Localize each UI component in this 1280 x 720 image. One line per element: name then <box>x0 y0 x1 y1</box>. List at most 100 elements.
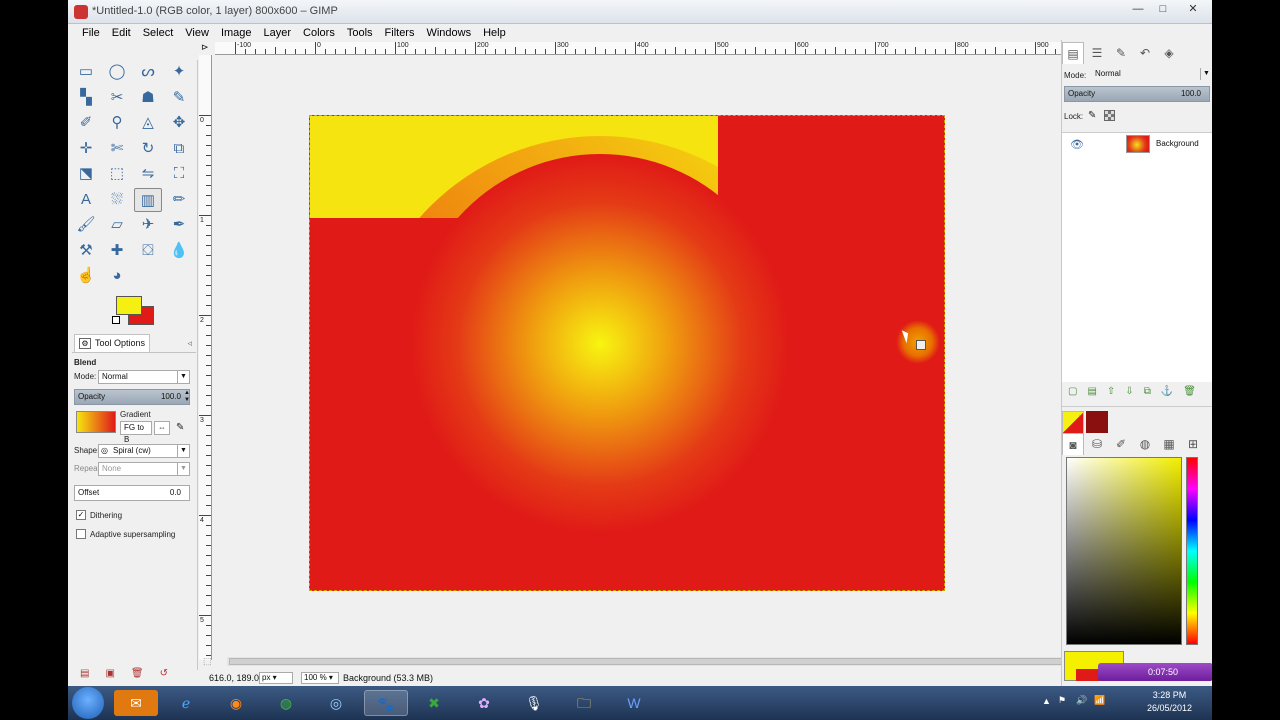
menu-select[interactable]: Select <box>137 25 180 41</box>
new-layer-group-icon[interactable]: ▤ <box>1087 386 1096 397</box>
menu-colors[interactable]: Colors <box>297 25 341 41</box>
eraser-icon[interactable]: ▱ <box>103 213 131 237</box>
wheel-selector-icon[interactable]: ◍ <box>1134 433 1156 455</box>
tray-expand-icon[interactable]: ▲ <box>1042 696 1051 706</box>
rotate-icon[interactable]: ↻ <box>134 137 162 161</box>
restore-options-icon[interactable]: ▣ <box>105 668 114 679</box>
layer-opacity-slider[interactable]: Opacity 100.0 <box>1064 86 1210 102</box>
pencil-icon[interactable]: ✏ <box>165 188 193 212</box>
menu-edit[interactable]: Edit <box>106 25 137 41</box>
anchor-layer-icon[interactable]: ⚓ <box>1161 386 1173 397</box>
clock[interactable]: 3:28 PM 26/05/2012 <box>1147 689 1192 715</box>
menu-file[interactable]: File <box>76 25 106 41</box>
reverse-gradient-icon[interactable]: ⇔ <box>154 421 170 435</box>
volume-icon[interactable]: 🔊 <box>1076 695 1087 706</box>
shear-icon[interactable]: ⬔ <box>72 162 100 186</box>
image-canvas[interactable] <box>309 115 945 591</box>
ruler-vertical[interactable]: 0 1 2 3 4 5 <box>199 55 212 660</box>
watercolor-selector-icon[interactable]: ✐ <box>1110 433 1132 455</box>
eye-icon[interactable]: 👁 <box>1070 138 1084 151</box>
dithering-checkbox[interactable]: ✓ <box>76 510 86 520</box>
firefox-task-icon[interactable]: ◉ <box>214 690 258 716</box>
ruler-corner-icon[interactable]: ⊳ <box>201 42 209 53</box>
cage-icon[interactable]: ⛶ <box>165 162 193 186</box>
tab-fg-bg-color[interactable] <box>1062 411 1084 433</box>
menu-help[interactable]: Help <box>477 25 512 41</box>
tab-brushes[interactable]: ◈ <box>1158 42 1180 64</box>
horizontal-scroll-thumb[interactable] <box>229 658 1091 665</box>
fg-bg-colors[interactable] <box>112 296 160 328</box>
layer-mode-select[interactable]: Normal ▼ <box>1092 68 1212 82</box>
horizontal-scrollbar[interactable] <box>227 657 1093 666</box>
measure-icon[interactable]: ◬ <box>134 111 162 135</box>
default-colors-icon[interactable] <box>112 316 120 324</box>
blend-icon[interactable]: ▥ <box>134 187 162 212</box>
tab-tool-options[interactable]: ⚙ Tool Options <box>74 334 150 352</box>
opacity-slider[interactable]: Opacity 100.0 ▲ ▼ <box>74 389 190 405</box>
tab-palettes[interactable] <box>1086 411 1108 433</box>
lasso-icon[interactable]: ᔕ <box>134 60 162 84</box>
maximize-button[interactable]: □ <box>1151 1 1175 18</box>
scales-selector-icon[interactable]: ▦ <box>1158 433 1180 455</box>
tab-undo[interactable]: ↶ <box>1134 42 1156 64</box>
new-layer-icon[interactable]: ▢ <box>1068 386 1077 397</box>
blur-icon[interactable]: 💧 <box>165 239 193 263</box>
spin-arrows-icon[interactable]: ▲ ▼ <box>184 390 190 404</box>
microphone-task-icon[interactable]: 🎙 <box>512 690 556 716</box>
excel-task-icon[interactable]: ✖ <box>412 690 456 716</box>
ellipse-select-icon[interactable]: ◯ <box>103 60 131 84</box>
image-viewport[interactable] <box>215 57 1105 657</box>
color-picker-icon[interactable]: ✐ <box>72 111 100 135</box>
clone-icon[interactable]: ⚒ <box>72 239 100 263</box>
move-icon[interactable]: ✥ <box>165 111 193 135</box>
zoom-icon[interactable]: ⚲ <box>103 111 131 135</box>
smudge-icon[interactable]: ☝ <box>72 264 100 288</box>
tab-paths[interactable]: ✎ <box>1110 42 1132 64</box>
gimp-selector-icon[interactable]: ◙ <box>1062 433 1084 455</box>
ie-task-icon[interactable]: ℯ <box>164 690 208 716</box>
align-icon[interactable]: ✛ <box>72 137 100 161</box>
dodge-burn-icon[interactable]: ◕ <box>103 264 131 288</box>
rect-select-icon[interactable]: ▭ <box>72 60 100 84</box>
text-icon[interactable]: A <box>72 188 100 212</box>
color-saturation-square[interactable] <box>1066 457 1182 645</box>
screen-recorder-bar[interactable]: 0:07:50 <box>1098 663 1212 681</box>
zoom-select[interactable]: 100 % ▾ <box>301 672 339 684</box>
menu-image[interactable]: Image <box>215 25 258 41</box>
menu-tools[interactable]: Tools <box>341 25 379 41</box>
delete-options-icon[interactable]: 🗑 <box>131 668 144 679</box>
save-options-icon[interactable]: ▤ <box>80 668 89 679</box>
heal-icon[interactable]: ✚ <box>103 239 131 263</box>
menu-filters[interactable]: Filters <box>379 25 421 41</box>
perspective-clone-icon[interactable]: ⛋ <box>134 239 162 263</box>
gradient-select[interactable]: FG to B <box>120 421 152 444</box>
explorer-task-icon[interactable]: 🗀 <box>562 690 606 716</box>
scissors-icon[interactable]: ✂ <box>103 86 131 110</box>
network-task-icon[interactable]: ◎ <box>314 690 358 716</box>
fuzzy-select-icon[interactable]: ✦ <box>165 60 193 84</box>
gimp-task-icon[interactable]: 🐾 <box>364 690 408 716</box>
close-button[interactable]: ✕ <box>1176 1 1210 18</box>
flag-icon[interactable]: ⚑ <box>1058 695 1066 706</box>
word-task-icon[interactable]: W <box>612 690 656 716</box>
reset-options-icon[interactable]: ↺ <box>160 668 168 679</box>
paintbrush-icon[interactable]: 🖌 <box>72 213 100 237</box>
unit-select[interactable]: px ▾ <box>259 672 293 684</box>
ink-icon[interactable]: ✒ <box>165 213 193 237</box>
tab-channels[interactable]: ☰ <box>1086 42 1108 64</box>
paint-task-icon[interactable]: ✿ <box>462 690 506 716</box>
quick-mask-icon[interactable]: ⬚ <box>203 656 212 667</box>
cmyk-selector-icon[interactable]: ⛁ <box>1086 433 1108 455</box>
airbrush-icon[interactable]: ✈ <box>134 213 162 237</box>
menu-view[interactable]: View <box>179 25 215 41</box>
foreground-color-swatch[interactable] <box>116 296 142 315</box>
shape-select[interactable]: ◎ Spiral (cw) ▼ <box>98 444 190 458</box>
crop-icon[interactable]: ✄ <box>103 137 131 161</box>
palette-selector-icon[interactable]: ⊞ <box>1182 433 1204 455</box>
raise-layer-icon[interactable]: ⇧ <box>1107 386 1115 397</box>
panel-menu-icon[interactable]: ◃ <box>187 338 192 349</box>
chrome-task-icon[interactable]: ◍ <box>264 690 308 716</box>
mode-select[interactable]: Normal ▼ <box>98 370 190 384</box>
paths-icon[interactable]: ✎ <box>165 86 193 110</box>
offset-slider[interactable]: Offset 0.0 <box>74 485 190 501</box>
